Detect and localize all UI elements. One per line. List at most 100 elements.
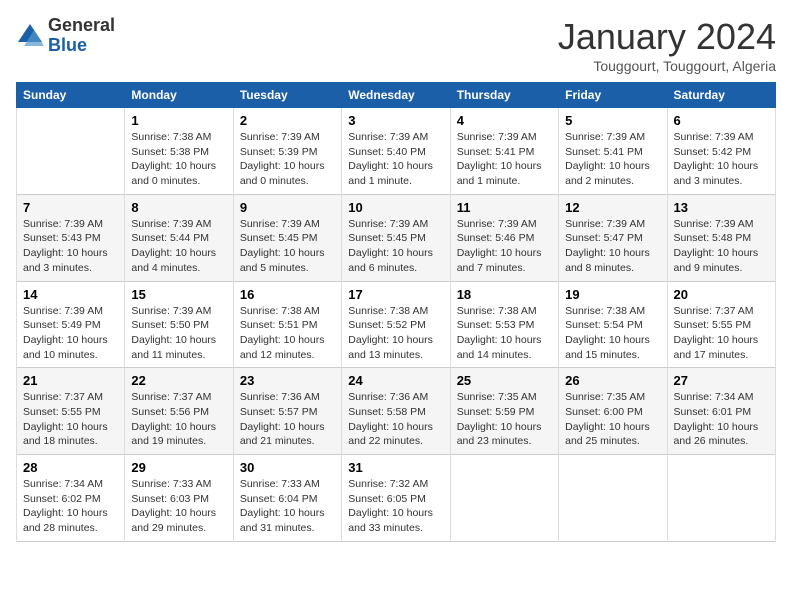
calendar-cell: 12Sunrise: 7:39 AM Sunset: 5:47 PM Dayli… (559, 194, 667, 281)
calendar-table: SundayMondayTuesdayWednesdayThursdayFrid… (16, 82, 776, 542)
day-number: 22 (131, 373, 226, 388)
day-header-saturday: Saturday (667, 83, 775, 108)
calendar-cell: 7 Sunrise: 7:39 AM Sunset: 5:43 PM Daylig… (17, 194, 125, 281)
calendar-cell: 27Sunrise: 7:34 AM Sunset: 6:01 PM Dayli… (667, 368, 775, 455)
day-number: 14 (23, 287, 118, 302)
day-info: Sunrise: 7:35 AM Sunset: 6:00 PM Dayligh… (565, 390, 660, 449)
day-number: 8 (131, 200, 226, 215)
calendar-cell: 15 Sunrise: 7:39 AM Sunset: 5:50 PM Dayli… (125, 281, 233, 368)
day-info: Sunrise: 7:39 AM Sunset: 5:39 PM Dayligh… (240, 130, 335, 189)
day-header-friday: Friday (559, 83, 667, 108)
calendar-cell: 6 Sunrise: 7:39 AM Sunset: 5:42 PM Daylig… (667, 108, 775, 195)
day-number: 4 (457, 113, 552, 128)
day-info: Sunrise: 7:39 AM Sunset: 5:40 PM Dayligh… (348, 130, 443, 189)
calendar-cell: 23 Sunrise: 7:36 AM Sunset: 5:57 PM Dayli… (233, 368, 341, 455)
calendar-cell: 25 Sunrise: 7:35 AM Sunset: 5:59 PM Dayli… (450, 368, 558, 455)
calendar-week-row: 7 Sunrise: 7:39 AM Sunset: 5:43 PM Daylig… (17, 194, 776, 281)
calendar-cell (667, 455, 775, 542)
day-number: 5 (565, 113, 660, 128)
day-number: 18 (457, 287, 552, 302)
calendar-cell: 2 Sunrise: 7:39 AM Sunset: 5:39 PM Daylig… (233, 108, 341, 195)
calendar-cell: 18 Sunrise: 7:38 AM Sunset: 5:53 PM Dayli… (450, 281, 558, 368)
day-info: Sunrise: 7:37 AM Sunset: 5:55 PM Dayligh… (23, 390, 118, 449)
calendar-cell: 5 Sunrise: 7:39 AM Sunset: 5:41 PM Daylig… (559, 108, 667, 195)
calendar-cell: 1 Sunrise: 7:38 AM Sunset: 5:38 PM Daylig… (125, 108, 233, 195)
calendar-cell: 20 Sunrise: 7:37 AM Sunset: 5:55 PM Dayli… (667, 281, 775, 368)
day-info: Sunrise: 7:33 AM Sunset: 6:03 PM Dayligh… (131, 477, 226, 536)
calendar-cell (17, 108, 125, 195)
calendar-cell: 4 Sunrise: 7:39 AM Sunset: 5:41 PM Daylig… (450, 108, 558, 195)
day-info: Sunrise: 7:39 AM Sunset: 5:45 PM Dayligh… (240, 217, 335, 276)
day-number: 12 (565, 200, 660, 215)
calendar-cell: 31Sunrise: 7:32 AM Sunset: 6:05 PM Dayli… (342, 455, 450, 542)
calendar-week-row: 1 Sunrise: 7:38 AM Sunset: 5:38 PM Daylig… (17, 108, 776, 195)
day-number: 6 (674, 113, 769, 128)
day-header-wednesday: Wednesday (342, 83, 450, 108)
logo-general: General (48, 16, 115, 36)
day-info: Sunrise: 7:39 AM Sunset: 5:43 PM Dayligh… (23, 217, 118, 276)
location-subtitle: Touggourt, Touggourt, Algeria (558, 58, 776, 74)
logo-blue: Blue (48, 36, 115, 56)
calendar-cell (559, 455, 667, 542)
day-number: 7 (23, 200, 118, 215)
calendar-week-row: 28Sunrise: 7:34 AM Sunset: 6:02 PM Dayli… (17, 455, 776, 542)
day-number: 9 (240, 200, 335, 215)
day-number: 1 (131, 113, 226, 128)
day-number: 16 (240, 287, 335, 302)
day-info: Sunrise: 7:34 AM Sunset: 6:02 PM Dayligh… (23, 477, 118, 536)
calendar-cell: 3 Sunrise: 7:39 AM Sunset: 5:40 PM Daylig… (342, 108, 450, 195)
day-info: Sunrise: 7:39 AM Sunset: 5:50 PM Dayligh… (131, 304, 226, 363)
day-info: Sunrise: 7:39 AM Sunset: 5:42 PM Dayligh… (674, 130, 769, 189)
calendar-cell: 9 Sunrise: 7:39 AM Sunset: 5:45 PM Daylig… (233, 194, 341, 281)
calendar-cell: 22Sunrise: 7:37 AM Sunset: 5:56 PM Dayli… (125, 368, 233, 455)
day-number: 20 (674, 287, 769, 302)
day-info: Sunrise: 7:39 AM Sunset: 5:48 PM Dayligh… (674, 217, 769, 276)
day-info: Sunrise: 7:36 AM Sunset: 5:57 PM Dayligh… (240, 390, 335, 449)
calendar-cell: 14 Sunrise: 7:39 AM Sunset: 5:49 PM Dayli… (17, 281, 125, 368)
calendar-cell: 21Sunrise: 7:37 AM Sunset: 5:55 PM Dayli… (17, 368, 125, 455)
day-number: 2 (240, 113, 335, 128)
day-header-thursday: Thursday (450, 83, 558, 108)
day-number: 19 (565, 287, 660, 302)
calendar-week-row: 14 Sunrise: 7:39 AM Sunset: 5:49 PM Dayli… (17, 281, 776, 368)
calendar-cell: 24 Sunrise: 7:36 AM Sunset: 5:58 PM Dayli… (342, 368, 450, 455)
month-title: January 2024 (558, 16, 776, 58)
calendar-cell: 19 Sunrise: 7:38 AM Sunset: 5:54 PM Dayli… (559, 281, 667, 368)
day-header-sunday: Sunday (17, 83, 125, 108)
day-info: Sunrise: 7:39 AM Sunset: 5:44 PM Dayligh… (131, 217, 226, 276)
day-header-monday: Monday (125, 83, 233, 108)
day-info: Sunrise: 7:38 AM Sunset: 5:54 PM Dayligh… (565, 304, 660, 363)
calendar-cell: 13Sunrise: 7:39 AM Sunset: 5:48 PM Dayli… (667, 194, 775, 281)
day-info: Sunrise: 7:32 AM Sunset: 6:05 PM Dayligh… (348, 477, 443, 536)
day-number: 15 (131, 287, 226, 302)
day-info: Sunrise: 7:38 AM Sunset: 5:38 PM Dayligh… (131, 130, 226, 189)
day-info: Sunrise: 7:38 AM Sunset: 5:51 PM Dayligh… (240, 304, 335, 363)
day-number: 3 (348, 113, 443, 128)
logo-text: General Blue (48, 16, 115, 56)
calendar-cell: 30 Sunrise: 7:33 AM Sunset: 6:04 PM Dayli… (233, 455, 341, 542)
day-number: 24 (348, 373, 443, 388)
day-info: Sunrise: 7:39 AM Sunset: 5:41 PM Dayligh… (565, 130, 660, 189)
day-info: Sunrise: 7:38 AM Sunset: 5:52 PM Dayligh… (348, 304, 443, 363)
day-info: Sunrise: 7:39 AM Sunset: 5:46 PM Dayligh… (457, 217, 552, 276)
day-number: 30 (240, 460, 335, 475)
calendar-cell: 8 Sunrise: 7:39 AM Sunset: 5:44 PM Daylig… (125, 194, 233, 281)
day-info: Sunrise: 7:39 AM Sunset: 5:49 PM Dayligh… (23, 304, 118, 363)
calendar-cell: 29 Sunrise: 7:33 AM Sunset: 6:03 PM Dayli… (125, 455, 233, 542)
day-info: Sunrise: 7:37 AM Sunset: 5:55 PM Dayligh… (674, 304, 769, 363)
calendar-cell (450, 455, 558, 542)
day-info: Sunrise: 7:36 AM Sunset: 5:58 PM Dayligh… (348, 390, 443, 449)
logo: General Blue (16, 16, 115, 56)
day-info: Sunrise: 7:35 AM Sunset: 5:59 PM Dayligh… (457, 390, 552, 449)
day-number: 10 (348, 200, 443, 215)
day-info: Sunrise: 7:39 AM Sunset: 5:45 PM Dayligh… (348, 217, 443, 276)
day-number: 25 (457, 373, 552, 388)
day-number: 29 (131, 460, 226, 475)
calendar-cell: 10 Sunrise: 7:39 AM Sunset: 5:45 PM Dayli… (342, 194, 450, 281)
day-number: 23 (240, 373, 335, 388)
day-info: Sunrise: 7:38 AM Sunset: 5:53 PM Dayligh… (457, 304, 552, 363)
day-info: Sunrise: 7:39 AM Sunset: 5:41 PM Dayligh… (457, 130, 552, 189)
day-info: Sunrise: 7:33 AM Sunset: 6:04 PM Dayligh… (240, 477, 335, 536)
day-number: 26 (565, 373, 660, 388)
title-block: January 2024 Touggourt, Touggourt, Alger… (558, 16, 776, 74)
